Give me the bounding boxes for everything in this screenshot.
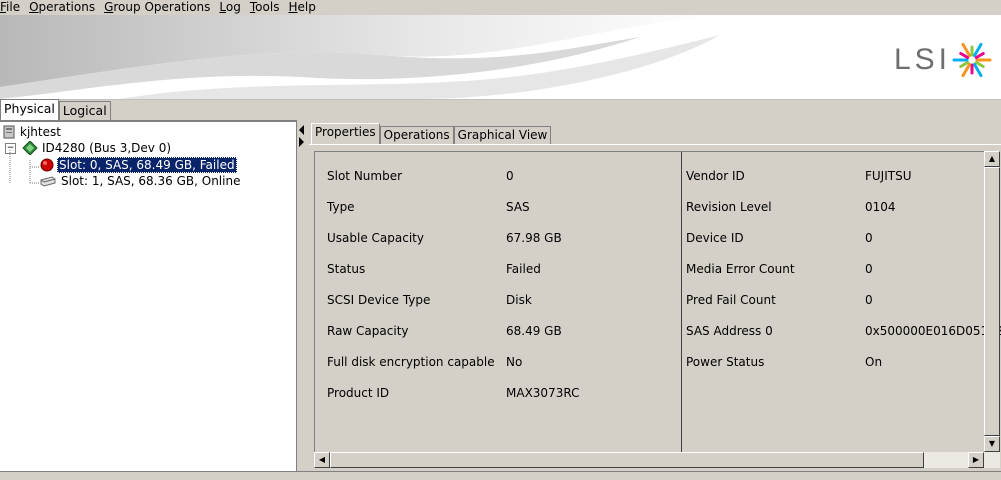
prop-value: 0x500000E016D05112 (865, 324, 1001, 338)
prop-label: Slot Number (327, 169, 403, 183)
prop-value: SAS (506, 200, 530, 214)
prop-value: No (506, 355, 523, 369)
pane-splitter[interactable] (297, 120, 307, 471)
tree-host-label: kjhtest (20, 125, 61, 139)
tree-drive-label: Slot: 0, SAS, 68.49 GB, Failed (57, 157, 237, 173)
starburst-ray (959, 52, 970, 59)
tab-operations[interactable]: Operations (379, 126, 454, 144)
prop-label: Type (327, 200, 355, 214)
prop-label: Pred Fail Count (686, 293, 776, 307)
scroll-right-icon[interactable]: ▶ (968, 452, 984, 468)
prop-label: Media Error Count (686, 262, 795, 276)
starburst-ray (959, 61, 970, 68)
prop-value: 67.98 GB (506, 231, 562, 245)
starburst-ray (974, 52, 985, 59)
prop-value: MAX3073RC (506, 386, 580, 400)
prop-label: Full disk encryption capable (327, 355, 495, 369)
menu-help[interactable]: Help (287, 0, 323, 15)
menu-operations[interactable]: Operations (28, 0, 103, 15)
menu-tools[interactable]: Tools (249, 0, 288, 15)
tab-physical[interactable]: Physical (0, 99, 59, 120)
horizontal-scroll-thumb[interactable] (330, 452, 924, 468)
prop-label: Raw Capacity (327, 324, 409, 338)
logo-text: LSI (893, 43, 951, 76)
horizontal-scrollbar[interactable]: ◀ ▶ (314, 452, 984, 468)
column-divider (681, 152, 682, 453)
prop-label: Revision Level (686, 200, 772, 214)
prop-label: Usable Capacity (327, 231, 424, 245)
header-banner: LSI (0, 15, 1001, 100)
tree-controller-label: ID4280 (Bus 3,Dev 0) (42, 141, 172, 155)
scroll-up-icon[interactable]: ▲ (984, 151, 1000, 167)
online-drive-icon (40, 176, 56, 187)
prop-label: Power Status (686, 355, 765, 369)
properties-grid: Slot Number 0 Type SAS Usable Capacity 6… (314, 151, 1001, 454)
prop-label: Vendor ID (686, 169, 745, 183)
menu-group-operations[interactable]: Group Operations (103, 0, 218, 15)
prop-label: Product ID (327, 386, 390, 400)
tab-graphical-view[interactable]: Graphical View (453, 126, 552, 144)
prop-value: FUJITSU (865, 169, 912, 183)
prop-value: 68.49 GB (506, 324, 562, 338)
prop-label: SCSI Device Type (327, 293, 431, 307)
collapse-left-icon[interactable] (299, 125, 304, 135)
expand-right-icon[interactable] (299, 137, 304, 147)
tab-properties[interactable]: Properties (311, 123, 380, 144)
tree-drive-label: Slot: 1, SAS, 68.36 GB, Online (61, 174, 241, 188)
right-tab-strip: Properties Operations Graphical View (311, 123, 552, 144)
server-icon (3, 125, 15, 139)
prop-label: Device ID (686, 231, 744, 245)
lsi-logo: LSI (894, 39, 993, 81)
tree-host-node[interactable]: kjhtest (2, 124, 63, 140)
prop-label: SAS Address 0 (686, 324, 773, 338)
vertical-scroll-thumb[interactable] (984, 167, 1000, 436)
starburst-ray (974, 61, 985, 68)
prop-value: 0 (865, 262, 873, 276)
menu-bar: File Operations Group Operations Log Too… (0, 0, 1001, 15)
banner-waves (0, 15, 720, 99)
properties-panel: Slot Number 0 Type SAS Usable Capacity 6… (309, 144, 1001, 472)
tree-drive-slot-1[interactable]: Slot: 1, SAS, 68.36 GB, Online (40, 173, 242, 189)
tab-logical[interactable]: Logical (58, 101, 111, 120)
prop-label: Status (327, 262, 366, 276)
menu-file[interactable]: File (0, 0, 28, 15)
starburst-icon (952, 42, 992, 78)
menu-log[interactable]: Log (218, 0, 248, 15)
scroll-left-icon[interactable]: ◀ (314, 452, 330, 468)
left-tab-strip: Physical Logical (0, 99, 297, 120)
prop-value: Failed (506, 262, 541, 276)
prop-value: 0 (865, 231, 873, 245)
prop-value: 0 (865, 293, 873, 307)
tree-lines (9, 150, 39, 184)
prop-value: 0104 (865, 200, 896, 214)
scroll-down-icon[interactable]: ▼ (984, 436, 1000, 452)
device-tree: kjhtest − ID4280 (Bus 3,Dev 0) Slot: 0, … (0, 120, 297, 473)
prop-value: On (865, 355, 883, 369)
prop-value: 0 (506, 169, 514, 183)
failed-drive-icon (40, 158, 54, 172)
vertical-scrollbar[interactable]: ▲ ▼ (984, 151, 1000, 468)
prop-value: Disk (506, 293, 532, 307)
tree-drive-slot-0[interactable]: Slot: 0, SAS, 68.49 GB, Failed (40, 157, 237, 173)
